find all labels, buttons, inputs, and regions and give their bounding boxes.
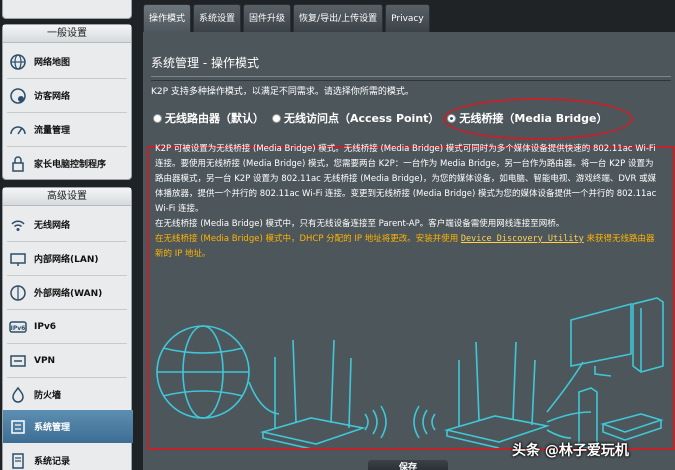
sidebar: 一般设置 网络地图 访客网络 流量管理 家长电脑控制程序 高级设置 无线网络 内… bbox=[0, 0, 136, 470]
sidebar-item-vpn[interactable]: VPN bbox=[3, 344, 133, 377]
game-console-icon bbox=[578, 387, 598, 448]
general-settings-header: 一般设置 bbox=[3, 25, 131, 43]
sidebar-item-label: 外部网络(WAN) bbox=[34, 289, 103, 299]
sidebar-item-label: 家长电脑控制程序 bbox=[34, 160, 107, 170]
mode-access-point-option[interactable]: 无线访问点（Access Point） bbox=[272, 110, 439, 126]
sidebar-item-label: 系统记录 bbox=[34, 457, 71, 467]
set-top-box-icon bbox=[600, 413, 664, 441]
advanced-settings-header: 高级设置 bbox=[3, 188, 131, 206]
internet-globe-icon bbox=[156, 325, 250, 419]
mode-explanation: K2P 可被设置为无线桥接 (Media Bridge) 模式。无线桥接 (Me… bbox=[155, 142, 660, 262]
sidebar-item-label: 系统管理 bbox=[34, 423, 71, 433]
sidebar-item-ipv6[interactable]: IPv6 IPv6 bbox=[3, 310, 133, 343]
tab-privacy[interactable]: Privacy bbox=[385, 4, 430, 32]
sidebar-item-wan[interactable]: 外部网络(WAN) bbox=[3, 276, 133, 309]
admin-icon bbox=[7, 416, 29, 438]
sidebar-item-wireless[interactable]: 无线网络 bbox=[3, 208, 133, 241]
highlight-ellipse bbox=[443, 98, 633, 140]
cable-line bbox=[546, 429, 572, 439]
sidebar-item-lan[interactable]: 内部网络(LAN) bbox=[3, 242, 133, 275]
mode-label: 无线路由器（默认） bbox=[165, 112, 264, 125]
gauge-icon bbox=[7, 119, 29, 141]
tab-operation-mode[interactable]: 操作模式 bbox=[143, 4, 192, 32]
sidebar-item-parental-control[interactable]: 家长电脑控制程序 bbox=[3, 147, 133, 180]
sidebar-item-traffic-manager[interactable]: 流量管理 bbox=[3, 113, 133, 146]
sidebar-item-label: 内部网络(LAN) bbox=[34, 255, 99, 265]
cable-line bbox=[546, 411, 592, 423]
tab-system[interactable]: 系统设置 bbox=[193, 4, 242, 32]
tab-firmware-upgrade[interactable]: 固件升级 bbox=[243, 4, 292, 32]
sidebar-item-network-map[interactable]: 网络地图 bbox=[3, 45, 133, 78]
warning-prefix: 在无线桥接 (Media Bridge) 模式中，DHCP 分配的 IP 地址将… bbox=[155, 234, 461, 244]
router-main-icon bbox=[259, 339, 367, 448]
watermark-text: 头条 @林子爱玩机 bbox=[512, 443, 629, 459]
radio-router[interactable] bbox=[153, 113, 162, 123]
sidebar-item-label: VPN bbox=[34, 355, 56, 366]
device-discovery-link[interactable]: Device Discovery Utility bbox=[461, 234, 584, 244]
router-bridge-icon bbox=[443, 341, 551, 448]
page-description: K2P 支持多种操作模式，以满足不同需求。请选择你所需的模式。 bbox=[151, 87, 414, 97]
globe-icon bbox=[7, 51, 29, 73]
desktop-tower-icon bbox=[632, 297, 664, 373]
sidebar-top-stub bbox=[2, 0, 132, 19]
guest-network-icon bbox=[7, 85, 29, 107]
mode-router-option[interactable]: 无线路由器（默认） bbox=[153, 110, 264, 126]
tab-bar: 操作模式 系统设置 固件升级 恢复/导出/上传设置 Privacy bbox=[143, 4, 432, 32]
sidebar-item-label: 流量管理 bbox=[34, 126, 71, 136]
advanced-settings-group: 高级设置 无线网络 内部网络(LAN) 外部网络(WAN) IPv6 IPv6 … bbox=[2, 187, 133, 470]
wireless-signal-icon bbox=[364, 405, 436, 439]
save-button[interactable]: 保存 bbox=[368, 460, 448, 470]
wifi-icon bbox=[7, 214, 29, 236]
sidebar-item-guest-network[interactable]: 访客网络 bbox=[3, 79, 133, 112]
sidebar-item-label: 访客网络 bbox=[34, 92, 71, 102]
divider bbox=[151, 76, 671, 77]
sidebar-item-firewall[interactable]: 防火墙 bbox=[3, 378, 133, 411]
mode-label: 无线访问点（Access Point） bbox=[284, 112, 440, 125]
warning-note: 在无线桥接 (Media Bridge) 模式中，DHCP 分配的 IP 地址将… bbox=[155, 232, 660, 262]
wan-globe-icon bbox=[7, 282, 29, 304]
parental-lock-icon bbox=[7, 153, 29, 175]
vpn-icon bbox=[7, 350, 29, 372]
page-title: 系统管理 - 操作模式 bbox=[151, 56, 259, 70]
tab-restore-save-upload[interactable]: 恢复/导出/上传设置 bbox=[293, 4, 384, 32]
media-bridge-illustration bbox=[156, 297, 664, 448]
sidebar-item-label: 无线网络 bbox=[34, 221, 71, 231]
sidebar-item-label: IPv6 bbox=[34, 321, 57, 332]
log-icon bbox=[7, 450, 29, 470]
illustration-lines bbox=[156, 297, 664, 448]
general-settings-group: 一般设置 网络地图 访客网络 流量管理 家长电脑控制程序 bbox=[2, 24, 132, 180]
radio-access-point[interactable] bbox=[272, 113, 281, 123]
main-panel: 系统管理 - 操作模式 K2P 支持多种操作模式，以满足不同需求。请选择你所需的… bbox=[143, 32, 675, 470]
lan-icon bbox=[7, 248, 29, 270]
divider bbox=[151, 80, 671, 81]
sidebar-item-label: 网络地图 bbox=[34, 58, 71, 68]
cable-line bbox=[546, 361, 584, 413]
monitor-icon bbox=[570, 302, 632, 377]
svg-text:IPv6: IPv6 bbox=[11, 325, 26, 332]
sidebar-item-system-log[interactable]: 系统记录 bbox=[3, 444, 133, 470]
sidebar-item-administration[interactable]: 系统管理 bbox=[3, 410, 133, 443]
ipv6-icon: IPv6 bbox=[7, 316, 29, 338]
paragraph-media-bridge-intro: K2P 可被设置为无线桥接 (Media Bridge) 模式。无线桥接 (Me… bbox=[155, 144, 657, 214]
sidebar-item-label: 防火墙 bbox=[34, 391, 62, 401]
paragraph-parent-ap: 在无线桥接 (Media Bridge) 模式中，只有无线设备连接至 Paren… bbox=[155, 219, 565, 229]
firewall-icon bbox=[7, 384, 29, 406]
